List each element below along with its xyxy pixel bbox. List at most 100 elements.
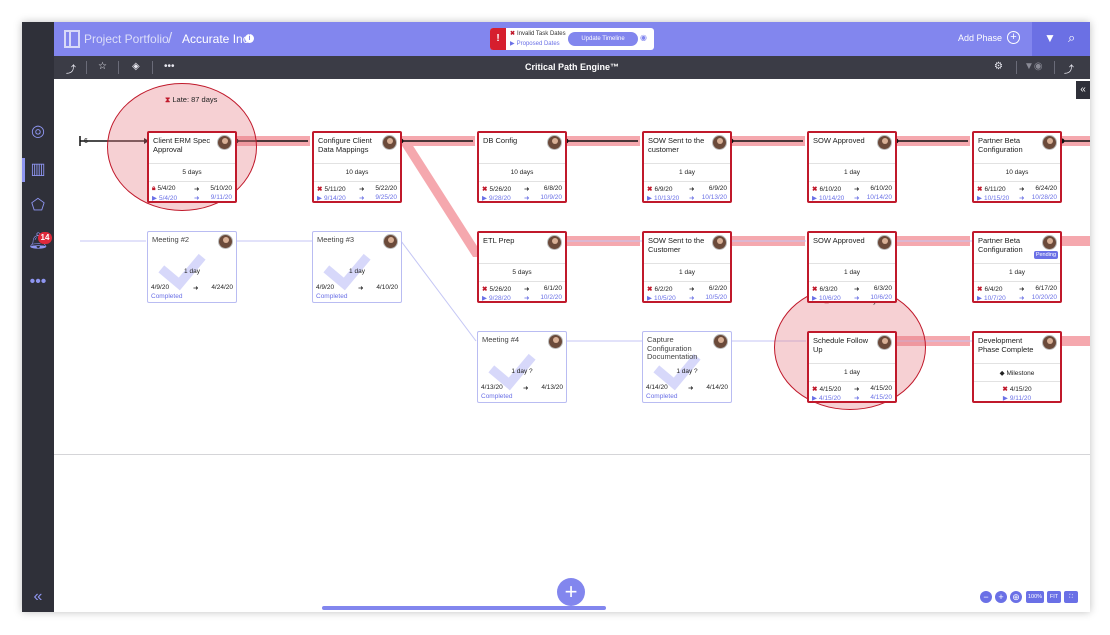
task-card-completed[interactable]: Meeting #4 1 day ? 4/13/20 ➜ 4/13/20 Compl… [477,331,567,403]
arrow-icon: ➜ [854,186,860,193]
task-card[interactable]: Schedule Follow Up 1 day ✖ 4/15/20 ➜ 4/15/2… [807,331,897,403]
task-card[interactable]: SOW Sent to the customer 1 day ✖ 6/9/20 ➜ 6… [642,131,732,203]
network-icon[interactable]: ⬠ [28,196,48,216]
task-status: Completed [151,293,183,300]
proposed-end: 9/11/20 [210,194,232,201]
filter-eye-icon[interactable]: ▼◉ [1024,61,1043,72]
filter-icon[interactable]: ▼ [1044,32,1056,44]
avatar[interactable] [382,135,397,150]
task-title: SOW Sent to the Customer [648,236,705,254]
check-circle-icon[interactable]: ◎ [28,122,48,142]
zoom-percent-button[interactable]: 100% [1026,591,1044,603]
planned-start: 6/11/20 [984,186,1006,193]
breadcrumb-project[interactable]: Accurate Inc [182,32,249,46]
proposed-end: 10/6/20 [870,294,892,301]
zoom-out-icon[interactable]: − [980,591,992,603]
avatar[interactable] [217,135,232,150]
card-divider [809,381,895,382]
arrow-icon: ➜ [359,186,365,193]
expand-sidebar-icon[interactable]: « [28,587,48,607]
avatar[interactable] [548,334,563,349]
proposed-start: 10/13/20 [654,195,680,202]
zoom-center-icon[interactable]: ⊕ [1010,591,1022,603]
layers-icon[interactable]: ◈ [132,61,140,72]
avatar[interactable] [218,234,233,249]
avatar[interactable] [547,235,562,250]
task-card-completed[interactable]: Capture Configuration Documentation 1 da… [642,331,732,403]
task-card-completed[interactable]: Meeting #3 1 day 4/9/20 ➜ 4/10/20 Complete… [312,231,402,303]
proposed-start: 10/6/20 [819,295,841,302]
task-card[interactable]: ETL Prep 5 days ✖ 5/26/20 ➜ 6/1/20 ▶ 9/28/20… [477,231,567,303]
card-divider [644,263,730,264]
eye-icon[interactable]: ◉ [640,33,647,42]
task-duration: 5 days [512,269,532,276]
task-card[interactable]: SOW Approved 1 day ✖ 6/3/20 ➜ 6/3/20 ▶ 10/6/… [807,231,897,303]
search-icon[interactable]: ⌕ [1068,31,1082,45]
portfolio-logo-icon[interactable] [64,30,80,48]
avatar[interactable] [712,235,727,250]
update-timeline-button[interactable]: Update Timeline [568,32,638,46]
card-divider [809,181,895,182]
path-tool-icon[interactable]: ⤴ [66,61,76,76]
avatar[interactable] [1042,135,1057,150]
proposed-start: 9/28/20 [489,295,511,302]
avatar[interactable] [383,234,398,249]
toolbar-separator [118,61,119,74]
arrow-icon: ➜ [688,385,694,392]
critical-path-canvas[interactable]: 6 « ⧗ Late: 87 days ⧗ Late: 104 days Cli… [54,79,1090,612]
proposed-end: 10/2/20 [540,294,562,301]
zoom-fit-button[interactable]: FIT [1047,591,1061,603]
planned-start: 5/26/20 [489,186,512,193]
add-phase-label[interactable]: Add Phase [958,33,1002,43]
planned-start: 6/2/20 [654,286,673,293]
alert-proposed-text: Proposed Dates [516,41,560,47]
arrow-icon: ➜ [524,186,530,193]
collapse-panel-icon[interactable]: « [1076,81,1090,99]
planned-end: 6/8/20 [543,185,562,192]
settings-gear-icon[interactable]: ⚙ [994,61,1003,72]
alert-invalid-text: Invalid Task Dates [517,31,566,37]
planned-start: 4/15/20 [819,386,842,393]
toolbar: Critical Path Engine™ ⤴ ☆ ◈ ••• ⚙ ▼◉ ⤴ [54,56,1090,79]
task-card[interactable]: SOW Approved 1 day ✖ 6/10/20 ➜ 6/10/20 ▶ 10/… [807,131,897,203]
info-icon[interactable]: i [245,34,254,43]
card-divider [809,163,895,164]
avatar[interactable] [1042,235,1057,250]
avatar[interactable] [877,335,892,350]
warning-icon: ! [490,28,506,50]
add-task-button[interactable]: + [557,578,585,606]
toolbar-more-icon[interactable]: ••• [164,61,175,72]
avatar[interactable] [713,334,728,349]
avatar[interactable] [877,235,892,250]
more-icon[interactable]: ••• [28,272,48,292]
task-card[interactable]: Partner Beta Configuration Pending 1 day… [972,231,1062,303]
fullscreen-icon[interactable]: ⛶ [1064,591,1078,603]
avatar[interactable] [712,135,727,150]
add-phase-plus-icon[interactable]: + [1007,31,1020,44]
task-title: SOW Sent to the customer [648,136,705,154]
milestone-card[interactable]: Development Phase Complete ◆ Milestone ✖… [972,331,1062,403]
star-icon[interactable]: ☆ [98,61,107,72]
planned-start: 6/9/20 [654,186,673,193]
task-card-completed[interactable]: Meeting #2 1 day 4/9/20 ➜ 4/24/20 Complete… [147,231,237,303]
planned-start: 5/4/20 [157,185,176,192]
task-card[interactable]: SOW Sent to the Customer 1 day ✖ 6/2/20 ➜ 6… [642,231,732,303]
task-card[interactable]: Client ERM Spec Approval 5 days 🔒︎ 5/4/20… [147,131,237,203]
card-divider [974,281,1060,282]
proposed-start: 10/14/20 [819,195,845,202]
avatar[interactable] [877,135,892,150]
task-card[interactable]: Partner Beta Configuration 10 days ✖ 6/11… [972,131,1062,203]
portfolio-icon[interactable]: ▥ [28,160,48,180]
task-card[interactable]: Configure Client Data Mappings 10 days ✖… [312,131,402,203]
task-card[interactable]: DB Config 10 days ✖ 5/26/20 ➜ 6/8/20 ▶ 9/28/… [477,131,567,203]
avatar[interactable] [1042,335,1057,350]
task-status: Completed [646,393,678,400]
task-title: Meeting #4 [482,335,520,344]
planned-end: 6/2/20 [708,285,727,292]
task-duration: 1 day [844,369,860,376]
avatar[interactable] [547,135,562,150]
path-tool-right-icon[interactable]: ⤴ [1064,61,1074,76]
horizontal-scrollbar[interactable] [322,606,606,610]
zoom-in-icon[interactable]: + [995,591,1007,603]
breadcrumb-portfolio[interactable]: Project Portfolio [84,32,169,46]
